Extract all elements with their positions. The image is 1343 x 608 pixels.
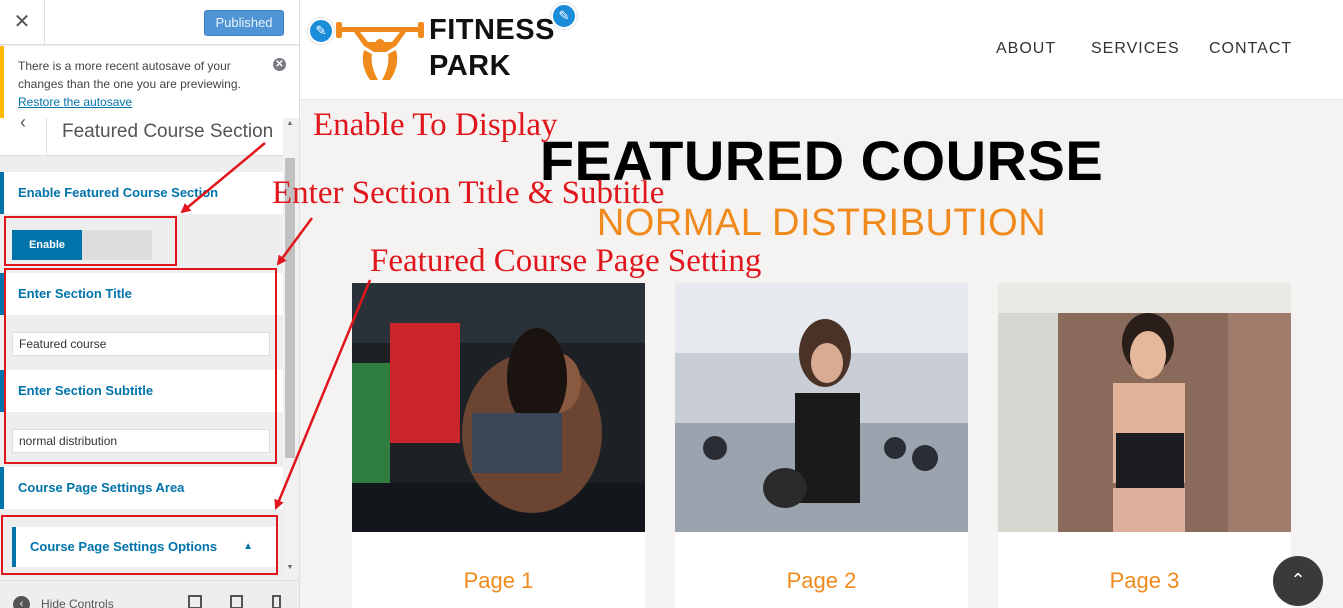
section-header: ‹ Featured Course Section <box>0 113 283 156</box>
dismiss-notice-icon[interactable]: ✕ <box>273 58 286 71</box>
scroll-down-arrow-icon[interactable]: ▼ <box>283 564 297 571</box>
hide-controls-icon[interactable]: ‹ <box>13 596 30 608</box>
course-card[interactable]: Page 1 <box>352 283 645 608</box>
course-card-title[interactable]: Page 1 <box>352 568 645 594</box>
title-subtitle-highlight-box <box>4 268 277 464</box>
tablet-preview-icon[interactable] <box>230 595 243 608</box>
section-title: Featured Course Section <box>62 121 274 142</box>
site-preview: ✎ FITNESS PARK ✎ ABOUT SERVICES CONTACT … <box>300 0 1343 608</box>
course-card-title[interactable]: Page 3 <box>998 568 1291 594</box>
course-card-title[interactable]: Page 2 <box>675 568 968 594</box>
page-settings-highlight-box <box>1 515 278 575</box>
course-card[interactable]: Page 2 <box>675 283 968 608</box>
annotation-enable-text: Enable To Display <box>313 107 558 143</box>
annotation-page-setting-text: Featured Course Page Setting <box>370 243 762 279</box>
autosave-notice-text: There is a more recent autosave of your … <box>18 59 241 91</box>
publish-button[interactable]: Published <box>204 10 284 36</box>
course-photo-image <box>352 283 645 532</box>
edit-shortcut-icon[interactable]: ✎ <box>551 3 577 29</box>
nav-contact[interactable]: CONTACT <box>1209 40 1292 58</box>
scroll-up-arrow-icon[interactable]: ▲ <box>283 120 297 127</box>
back-button[interactable]: ‹ <box>0 113 47 156</box>
course-photo-image <box>998 283 1291 532</box>
nav-services[interactable]: SERVICES <box>1091 40 1180 58</box>
dumbbell-logo-icon <box>336 22 424 80</box>
enable-highlight-box <box>4 216 177 266</box>
nav-about[interactable]: ABOUT <box>996 40 1056 58</box>
site-header: ✎ FITNESS PARK ✎ ABOUT SERVICES CONTACT <box>300 0 1343 100</box>
customizer-header: ✕ Published <box>0 0 299 45</box>
annotation-title-subtitle-text: Enter Section Title & Subtitle <box>272 175 665 211</box>
close-customizer-button[interactable]: ✕ <box>0 0 45 45</box>
course-photo-image <box>675 283 968 532</box>
enable-section-label: Enable Featured Course Section <box>0 172 283 214</box>
autosave-notice: There is a more recent autosave of your … <box>0 46 299 118</box>
hide-controls-label[interactable]: Hide Controls <box>41 597 114 608</box>
mobile-preview-icon[interactable] <box>272 595 281 608</box>
logo-text-line1[interactable]: FITNESS <box>429 14 555 47</box>
scroll-to-top-button[interactable]: ⌃ <box>1273 556 1323 606</box>
customizer-footer: ‹ Hide Controls <box>0 580 299 608</box>
restore-autosave-link[interactable]: Restore the autosave <box>18 95 132 109</box>
edit-shortcut-icon[interactable]: ✎ <box>308 18 334 44</box>
course-card[interactable]: Page 3 <box>998 283 1291 608</box>
logo-text-line2[interactable]: PARK <box>429 50 511 83</box>
page-settings-area-label: Course Page Settings Area <box>0 467 283 509</box>
desktop-preview-icon[interactable] <box>188 595 202 608</box>
